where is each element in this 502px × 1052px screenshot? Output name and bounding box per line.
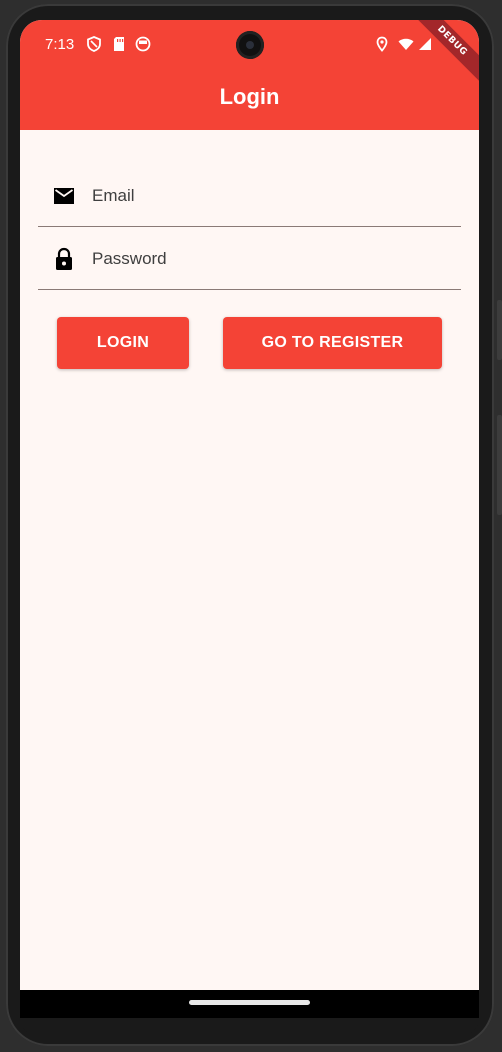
navigation-bar bbox=[20, 990, 479, 1018]
app-screen: 7:13 Login DEBUG Email LOGIN GO TO REGIS… bbox=[20, 20, 479, 1015]
status-bar: 7:13 bbox=[20, 20, 479, 68]
device-background: 7:13 Login DEBUG Email LOGIN GO TO REGIS… bbox=[0, 0, 502, 1052]
location-icon bbox=[376, 36, 388, 52]
lock-icon bbox=[56, 247, 72, 270]
power-button bbox=[497, 300, 502, 360]
login-button[interactable]: LOGIN bbox=[57, 317, 189, 369]
status-time: 7:13 bbox=[45, 36, 75, 53]
page-title: Login bbox=[219, 84, 280, 109]
signal-icon bbox=[419, 38, 431, 50]
password-field bbox=[38, 227, 461, 290]
mail-icon bbox=[54, 188, 74, 204]
shield-icon bbox=[87, 36, 101, 52]
front-camera bbox=[236, 31, 264, 59]
go-to-register-button[interactable]: GO TO REGISTER bbox=[223, 317, 442, 369]
app-notification-icon bbox=[135, 36, 151, 52]
volume-button bbox=[497, 415, 502, 515]
app-bar: 7:13 Login bbox=[20, 20, 479, 130]
sd-card-icon bbox=[114, 37, 124, 51]
password-input[interactable] bbox=[92, 241, 452, 277]
home-gesture-bar[interactable] bbox=[189, 1000, 310, 1005]
email-input[interactable] bbox=[92, 178, 452, 214]
email-field bbox=[38, 164, 461, 227]
wifi-icon bbox=[398, 38, 414, 50]
bottom-bezel bbox=[20, 1018, 479, 1036]
